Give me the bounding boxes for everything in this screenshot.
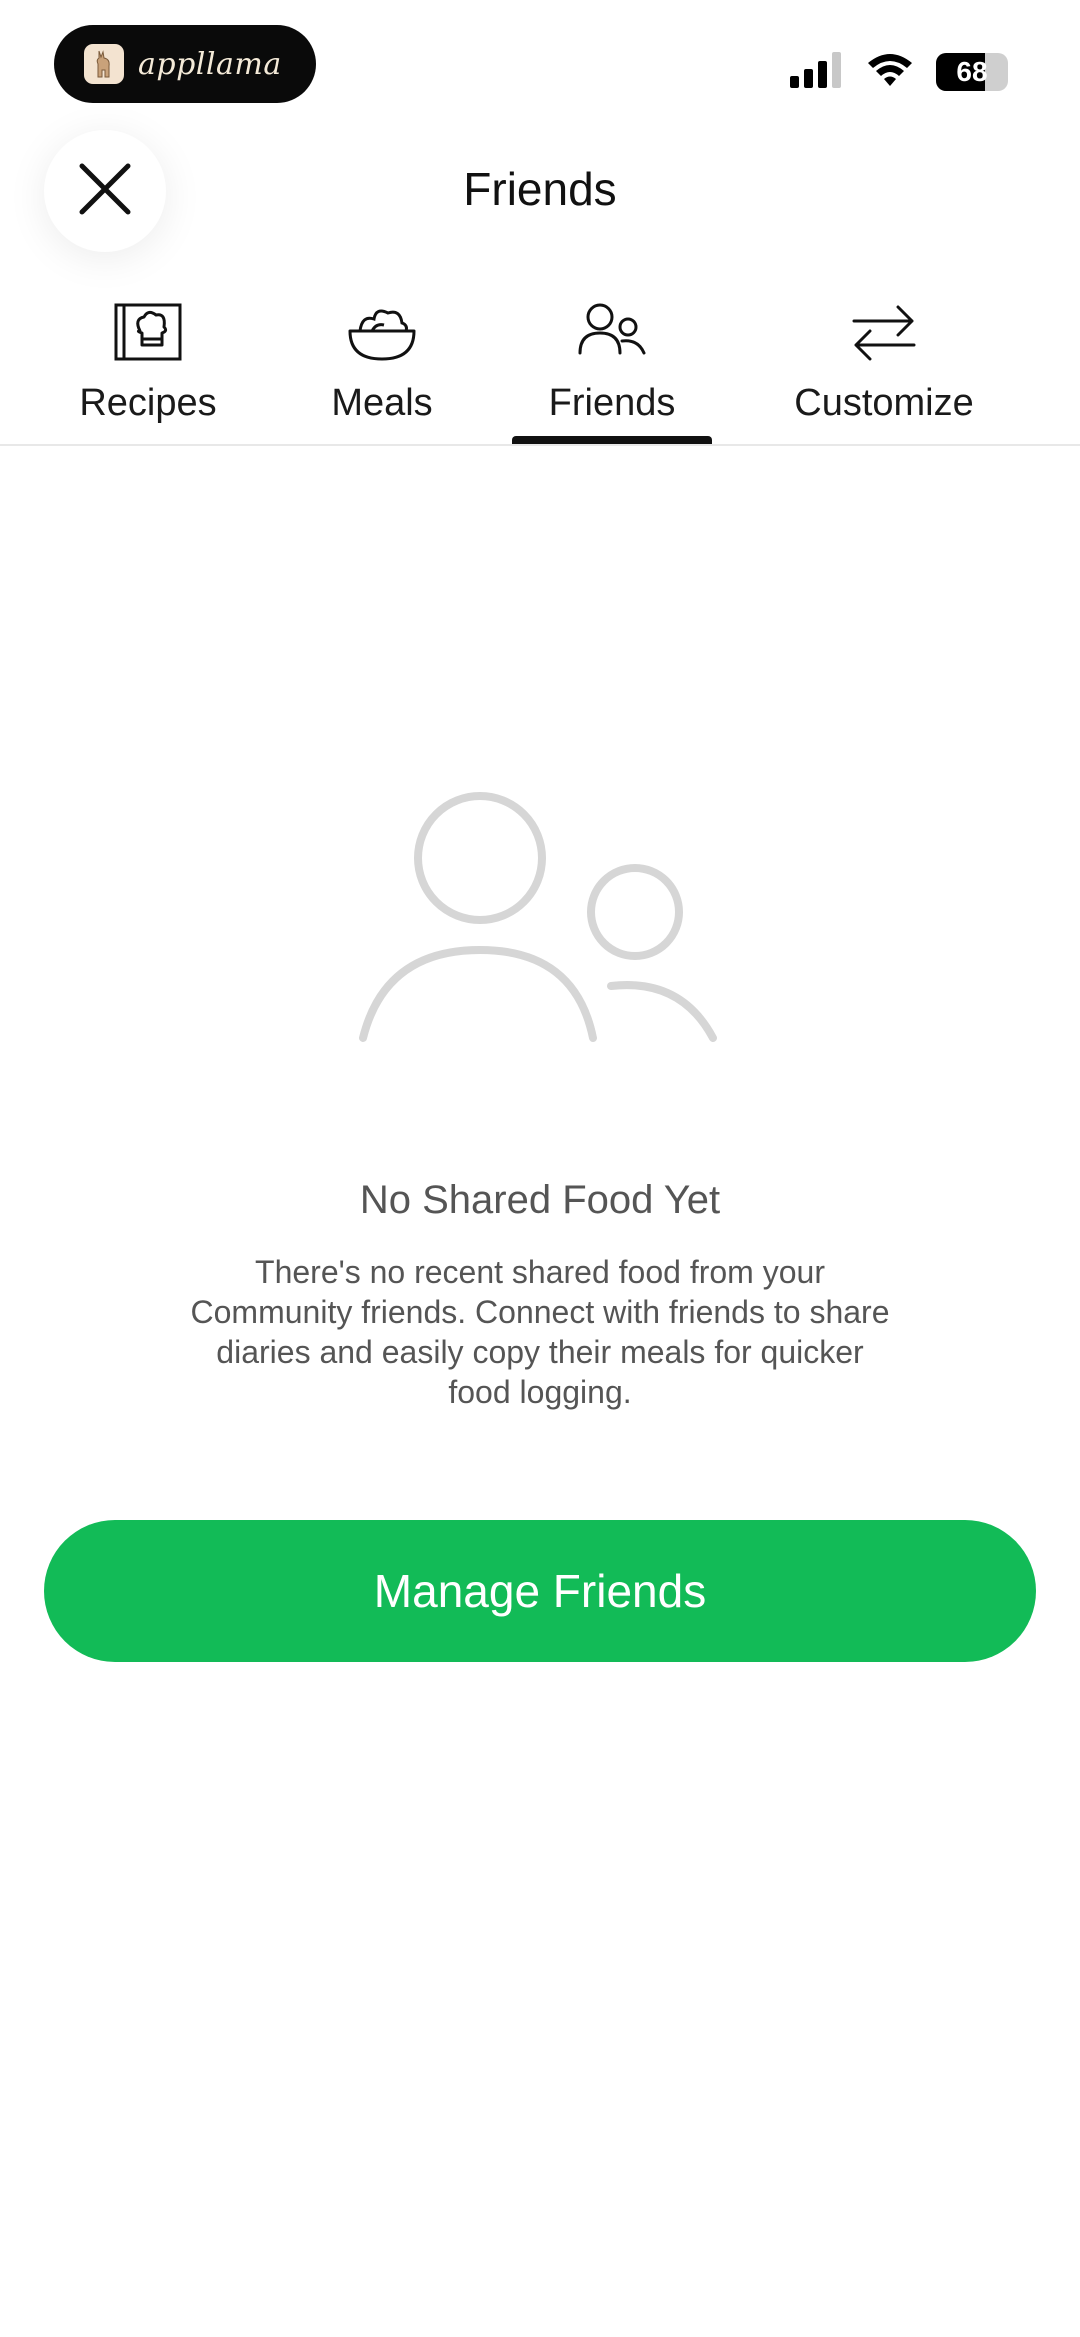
status-indicators: 68 bbox=[790, 48, 1008, 96]
tab-friends[interactable]: Friends bbox=[512, 290, 712, 446]
recipe-book-icon bbox=[112, 296, 184, 368]
tab-recipes-label: Recipes bbox=[79, 382, 217, 424]
battery-level: 68 bbox=[956, 56, 988, 87]
friends-icon bbox=[576, 296, 648, 368]
friends-illustration-icon bbox=[355, 780, 725, 1050]
tab-divider bbox=[0, 444, 1080, 446]
wifi-icon bbox=[866, 52, 914, 93]
tab-customize-label: Customize bbox=[794, 382, 974, 424]
app-pill[interactable]: appllama bbox=[54, 25, 316, 103]
tab-bar: Recipes Meals Friends Customize bbox=[0, 290, 1080, 446]
tab-customize[interactable]: Customize bbox=[774, 290, 994, 446]
tab-recipes[interactable]: Recipes bbox=[48, 290, 248, 446]
manage-friends-button[interactable]: Manage Friends bbox=[44, 1520, 1036, 1662]
empty-state-description: There's no recent shared food from your … bbox=[190, 1254, 890, 1410]
active-tab-indicator bbox=[512, 436, 712, 444]
tab-meals[interactable]: Meals bbox=[282, 290, 482, 446]
llama-logo-icon bbox=[84, 44, 124, 84]
bowl-icon bbox=[346, 296, 418, 368]
friends-screen: appllama 68 Friends Recipes Meals Friend… bbox=[0, 0, 1080, 2337]
empty-state-title: No Shared Food Yet bbox=[359, 1178, 721, 1222]
battery-icon: 68 bbox=[936, 53, 1008, 91]
page-title: Friends bbox=[463, 163, 617, 215]
cellular-signal-icon bbox=[790, 51, 844, 93]
tab-friends-label: Friends bbox=[548, 382, 676, 424]
tab-meals-label: Meals bbox=[331, 382, 433, 424]
swap-arrows-icon bbox=[848, 296, 920, 368]
app-pill-label: appllama bbox=[138, 46, 282, 82]
